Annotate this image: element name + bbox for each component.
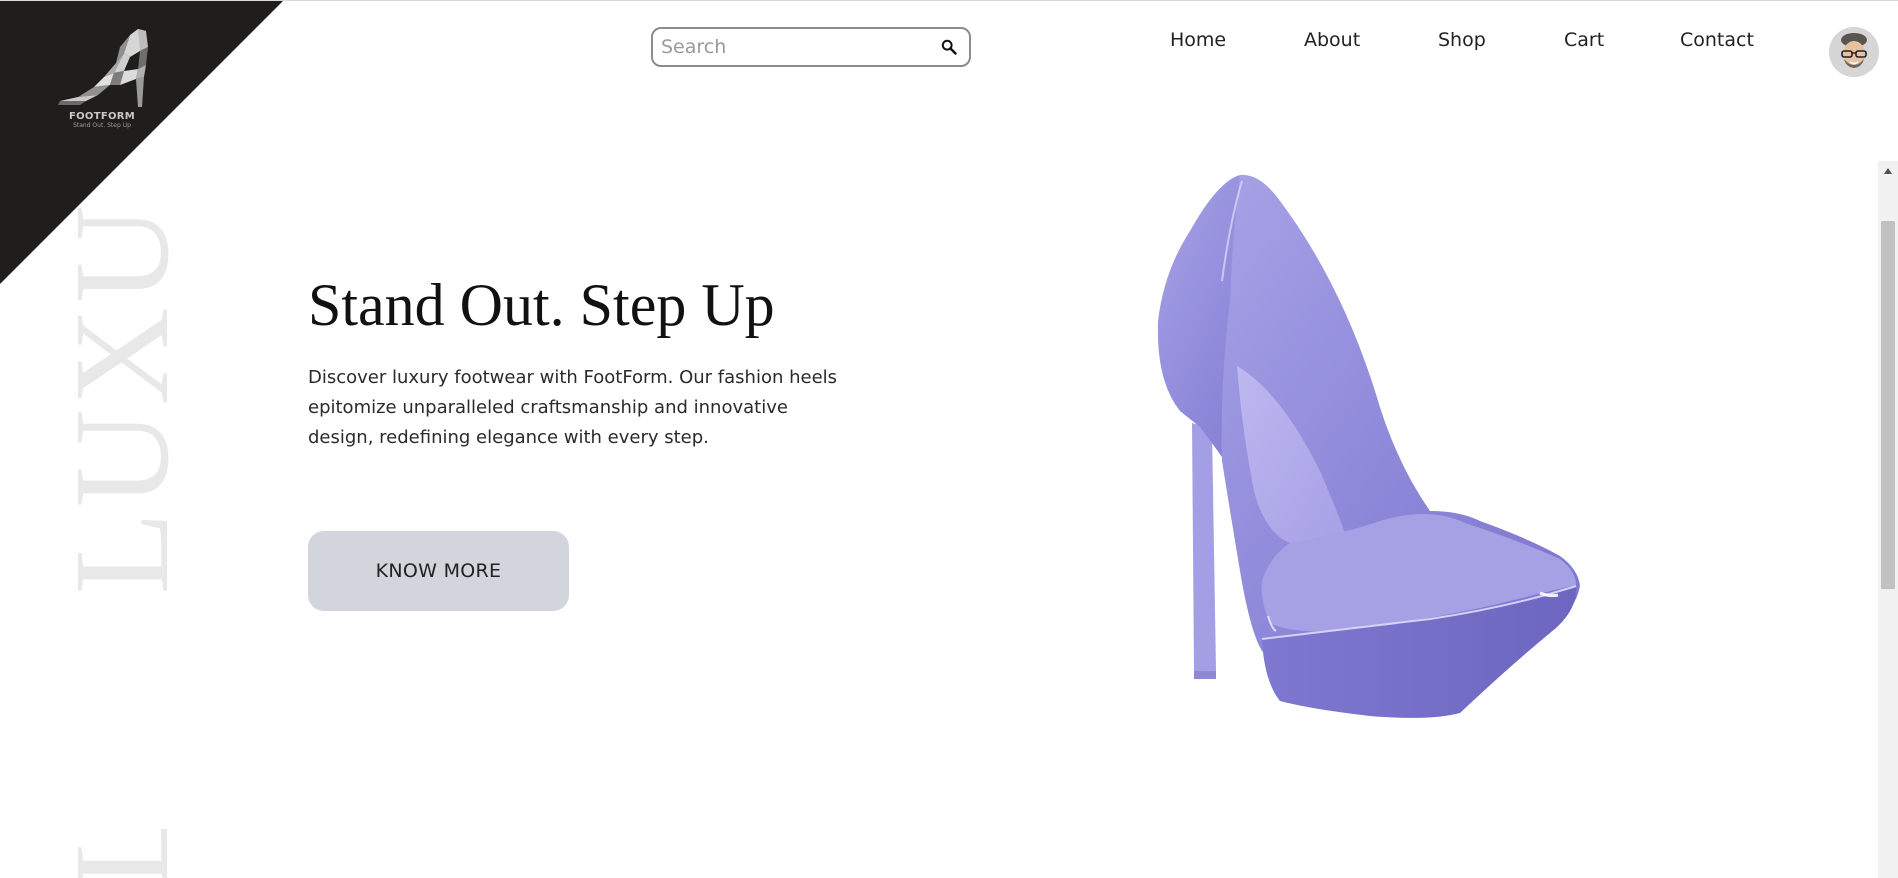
user-avatar[interactable] [1829,27,1879,77]
hero-title: Stand Out. Step Up [308,272,775,338]
vertical-scrollbar[interactable] [1878,161,1898,878]
high-heel-product-image [1157,174,1580,718]
brand-name: FOOTFORM [68,111,136,122]
luxury-watermark: LUXU [47,201,197,595]
brand-logo[interactable]: FOOTFORM Stand Out. Step Up [50,27,154,129]
nav-about[interactable]: About [1304,29,1360,51]
brand-tagline: Stand Out. Step Up [73,122,131,129]
luxury-watermark-bottom: L [54,829,190,878]
page: FOOTFORM Stand Out. Step Up LUXU L Home … [0,0,1898,878]
search-input[interactable] [661,36,937,58]
hero-description: Discover luxury footwear with FootForm. … [308,367,838,448]
avatar-face-icon [1829,27,1879,77]
nav-cart[interactable]: Cart [1564,29,1604,51]
search-box [651,27,971,67]
know-more-button[interactable]: KNOW MORE [308,531,569,611]
scrollbar-thumb[interactable] [1881,221,1895,589]
nav-contact[interactable]: Contact [1680,29,1754,51]
nav-shop[interactable]: Shop [1438,29,1486,51]
nav-home[interactable]: Home [1170,29,1226,51]
high-heel-logo-icon [58,29,148,107]
scroll-up-arrow-icon[interactable] [1878,161,1898,181]
search-icon[interactable] [937,35,961,59]
